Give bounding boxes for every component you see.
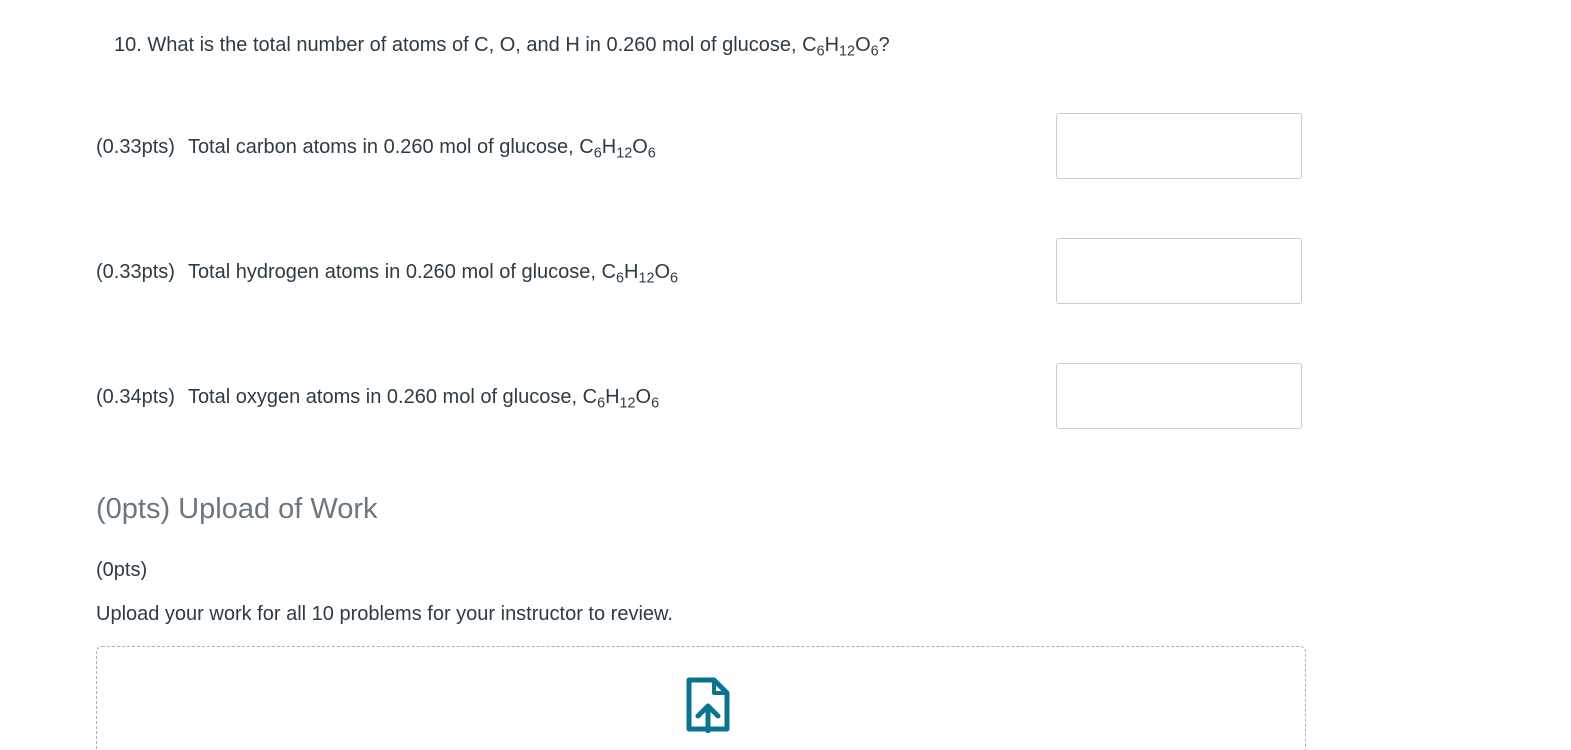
part-points: (0.33pts) xyxy=(96,261,175,283)
part-hydrogen-label: (0.33pts) Total hydrogen atoms in 0.260 m… xyxy=(96,258,678,286)
question-title: 10. What is the total number of atoms of… xyxy=(114,31,890,59)
upload-points: (0pts) xyxy=(96,559,148,581)
hydrogen-answer-input[interactable] xyxy=(1056,238,1302,304)
glucose-formula: C6H12O6 xyxy=(579,136,656,162)
file-upload-dropzone[interactable] xyxy=(96,646,1306,750)
part-text: Total hydrogen atoms in 0.260 mol of glu… xyxy=(187,261,602,283)
part-points: (0.34pts) xyxy=(96,386,175,408)
upload-instructions: Upload your work for all 10 problems for… xyxy=(96,603,673,625)
part-points: (0.33pts) xyxy=(96,136,175,158)
part-text: Total oxygen atoms in 0.260 mol of gluco… xyxy=(187,386,583,408)
question-suffix: ? xyxy=(878,34,890,56)
glucose-formula: C6H12O6 xyxy=(582,386,660,412)
part-oxygen-label: (0.34pts) Total oxygen atoms in 0.260 mol… xyxy=(96,383,659,411)
carbon-answer-input[interactable] xyxy=(1056,113,1302,179)
part-oxygen: (0.34pts) Total oxygen atoms in 0.260 mol… xyxy=(96,363,1306,431)
glucose-formula: C6H12O6 xyxy=(802,34,879,60)
upload-section-heading: (0pts) Upload of Work xyxy=(96,493,378,525)
oxygen-answer-input[interactable] xyxy=(1056,363,1302,429)
part-hydrogen: (0.33pts) Total hydrogen atoms in 0.260 m… xyxy=(96,238,1306,306)
part-carbon: (0.33pts) Total carbon atoms in 0.260 mol… xyxy=(96,113,1306,181)
part-carbon-label: (0.33pts) Total carbon atoms in 0.260 mol… xyxy=(96,133,656,161)
quiz-page: 10. What is the total number of atoms of… xyxy=(0,0,1571,750)
file-upload-icon xyxy=(686,677,730,733)
glucose-formula: C6H12O6 xyxy=(601,261,679,287)
part-text: Total carbon atoms in 0.260 mol of gluco… xyxy=(187,136,580,158)
question-text: 10. What is the total number of atoms of… xyxy=(114,34,803,56)
